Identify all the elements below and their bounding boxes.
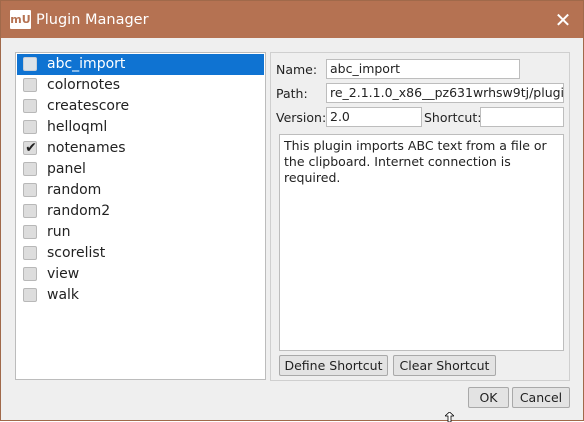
checkmark-icon: ✔ bbox=[25, 140, 37, 156]
plugin-name-label: abc_import bbox=[47, 56, 126, 72]
plugin-list-item[interactable]: createscore bbox=[17, 96, 264, 117]
plugin-enable-checkbox[interactable] bbox=[23, 288, 37, 302]
plugin-list-item[interactable]: random2 bbox=[17, 201, 264, 222]
plugin-name-label: colornotes bbox=[47, 77, 121, 93]
plugin-name-label: run bbox=[47, 224, 71, 240]
plugin-enable-checkbox[interactable] bbox=[23, 204, 37, 218]
ok-button[interactable]: OK bbox=[468, 387, 509, 408]
shortcut-label: Shortcut: bbox=[424, 110, 482, 125]
plugin-list-item[interactable]: scorelist bbox=[17, 243, 264, 264]
plugin-list-item[interactable]: run bbox=[17, 222, 264, 243]
path-field[interactable]: re_2.1.1.0_x86__pz631wrhsw9tj/plugins bbox=[326, 83, 564, 103]
plugin-enable-checkbox[interactable] bbox=[23, 99, 37, 113]
plugin-enable-checkbox[interactable] bbox=[23, 246, 37, 260]
shortcut-field[interactable] bbox=[480, 107, 564, 127]
version-label: Version: bbox=[276, 110, 327, 125]
musescore-app-icon: mU bbox=[10, 10, 31, 29]
plugin-name-label: view bbox=[47, 266, 80, 282]
title-bar[interactable]: mU Plugin Manager ✕ bbox=[1, 1, 583, 38]
version-field[interactable]: 2.0 bbox=[326, 107, 422, 127]
plugin-enable-checkbox[interactable] bbox=[23, 57, 37, 71]
plugin-name-label: scorelist bbox=[47, 245, 106, 261]
define-shortcut-button[interactable]: Define Shortcut bbox=[279, 355, 388, 376]
plugin-list-item[interactable]: walk bbox=[17, 285, 264, 306]
close-icon[interactable]: ✕ bbox=[549, 6, 577, 34]
plugin-enable-checkbox[interactable]: ✔ bbox=[23, 140, 37, 156]
plugin-list-item[interactable]: ✔ notenames bbox=[17, 138, 264, 159]
plugin-name-label: random2 bbox=[47, 203, 111, 219]
plugin-list-item[interactable]: helloqml bbox=[17, 117, 264, 138]
plugin-enable-checkbox[interactable] bbox=[23, 162, 37, 176]
plugin-name-label: walk bbox=[47, 287, 80, 303]
plugin-list-item[interactable]: abc_import bbox=[17, 54, 264, 75]
plugin-list-item[interactable]: random bbox=[17, 180, 264, 201]
plugin-enable-checkbox[interactable] bbox=[23, 183, 37, 197]
name-field[interactable]: abc_import bbox=[326, 59, 520, 79]
plugin-list-item[interactable]: colornotes bbox=[17, 75, 264, 96]
path-label: Path: bbox=[276, 86, 308, 101]
plugin-list[interactable]: abc_import colornotes createscore helloqml ✔… bbox=[15, 52, 266, 380]
plugin-name-label: createscore bbox=[47, 98, 130, 114]
plugin-list-item[interactable]: view bbox=[17, 264, 264, 285]
plugin-enable-checkbox[interactable] bbox=[23, 120, 37, 134]
name-label: Name: bbox=[276, 62, 318, 77]
clear-shortcut-button[interactable]: Clear Shortcut bbox=[393, 355, 496, 376]
plugin-name-label: helloqml bbox=[47, 119, 108, 135]
plugin-list-item[interactable]: panel bbox=[17, 159, 264, 180]
plugin-enable-checkbox[interactable] bbox=[23, 78, 37, 92]
plugin-enable-checkbox[interactable] bbox=[23, 225, 37, 239]
plugin-description: This plugin imports ABC text from a file… bbox=[279, 134, 564, 351]
plugin-name-label: random bbox=[47, 182, 102, 198]
plugin-name-label: panel bbox=[47, 161, 86, 177]
plugin-name-label: notenames bbox=[47, 140, 126, 156]
window-title: Plugin Manager bbox=[36, 12, 149, 28]
cancel-button[interactable]: Cancel bbox=[512, 387, 570, 408]
plugin-manager-window: mU Plugin Manager ✕ abc_import colornotes… bbox=[0, 0, 584, 422]
plugin-enable-checkbox[interactable] bbox=[23, 267, 37, 281]
